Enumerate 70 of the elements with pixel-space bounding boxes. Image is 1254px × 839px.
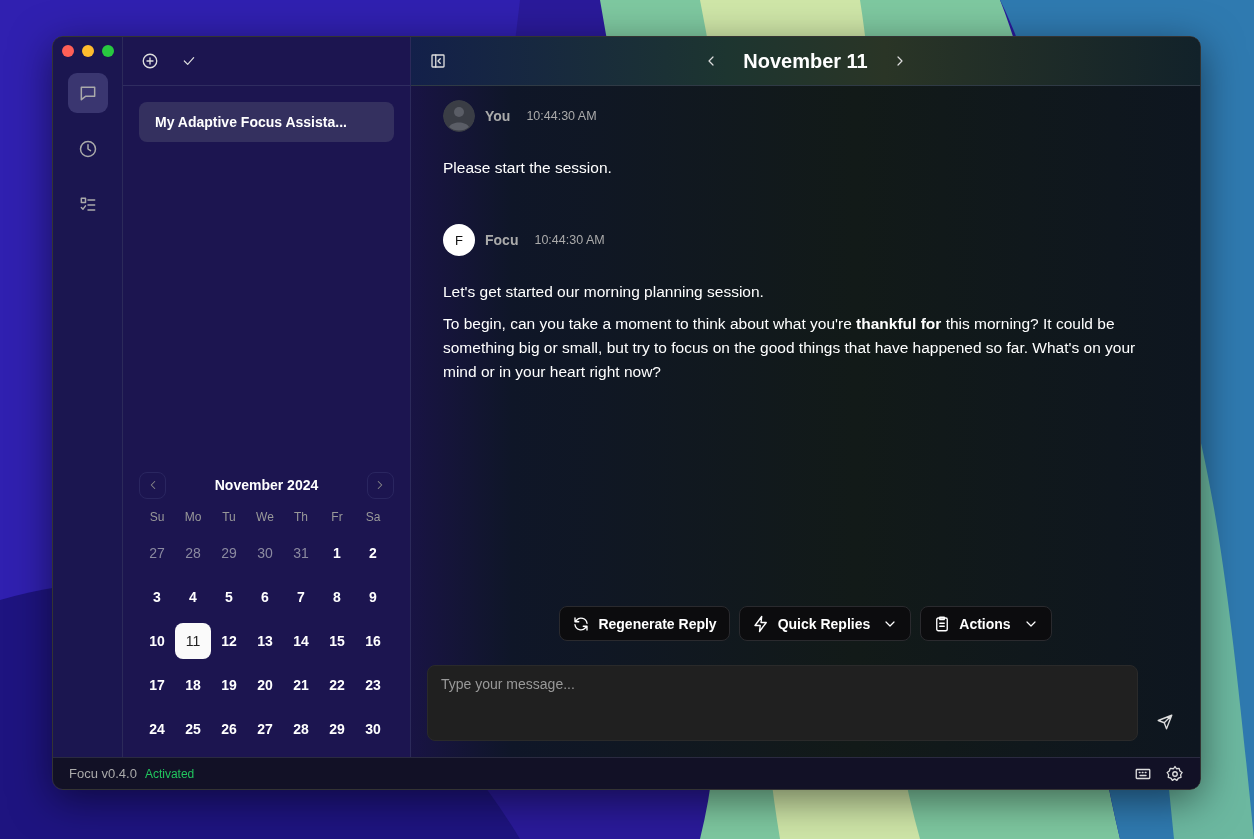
lightning-icon [751,614,770,633]
calendar-day[interactable]: 13 [247,623,283,659]
month-title: November 2024 [214,477,319,493]
calendar-day[interactable]: 26 [211,711,247,747]
weekday-label: Tu [221,509,237,526]
author-name: You [485,108,511,124]
calendar-day[interactable]: 12 [211,623,247,659]
message-time: 10:44:30 AM [526,109,597,123]
calendar-day[interactable]: 21 [283,667,319,703]
calendar-day[interactable]: 16 [355,623,391,659]
version-label: Focu v0.4.0 [69,766,137,781]
calendar-day[interactable]: 2 [355,535,391,571]
weekday-label: Th [293,509,309,526]
calendar-day[interactable]: 14 [283,623,319,659]
chat-icon[interactable] [67,73,108,113]
calendar-day[interactable]: 11 [175,623,211,659]
message-text: To begin, can you take a moment to think about what you're thankful for this morning? It could be something big or small, but try to focus on the good things that have happened so far. What's on your mind or in your heart right now? [443,314,1137,382]
activation-status: Activated [144,766,195,781]
calendar-day[interactable]: 17 [139,667,175,703]
avatar-icon [443,100,475,132]
calendar-day[interactable]: 4 [175,579,211,615]
calendar-day[interactable]: 28 [283,711,319,747]
calendar-day[interactable]: 18 [175,667,211,703]
sidebar-toggle-icon[interactable] [429,52,447,70]
minimize-icon[interactable] [82,45,94,57]
calendar-day[interactable]: 6 [247,579,283,615]
calendar-day[interactable]: 8 [319,579,355,615]
calendar-day[interactable]: 30 [355,711,391,747]
calendar-day[interactable]: 24 [139,711,175,747]
message-input[interactable]: Type your message... [427,665,1138,741]
weekday-label: We [255,509,275,526]
chat-item[interactable]: My Adaptive Focus Assista... [139,102,394,142]
calendar-day[interactable]: 3 [139,579,175,615]
calendar-day[interactable]: 22 [319,667,355,703]
refresh-icon [572,614,591,633]
message-text: Let's get started our morning planning session. [443,282,765,302]
maximize-icon[interactable] [102,45,114,57]
calendar-day[interactable]: 23 [355,667,391,703]
weekday-label: Sa [364,509,382,526]
plus-icon[interactable] [141,52,159,70]
avatar: F [443,224,475,256]
weekday-label: Mo [183,509,203,526]
calendar-day[interactable]: 5 [211,579,247,615]
message-text: Please start the session. [443,158,613,178]
action-button[interactable]: Actions [920,606,1052,641]
calendar-day[interactable]: 20 [247,667,283,703]
calendar-day[interactable]: 27 [247,711,283,747]
calendar-day[interactable]: 25 [175,711,211,747]
date-title: November 11 [743,49,868,73]
calendar-day[interactable]: 1 [319,535,355,571]
weekday-label: Fr [330,509,344,526]
calendar-day[interactable]: 9 [355,579,391,615]
weekday-label: Su [148,509,166,526]
calendar-day[interactable]: 7 [283,579,319,615]
calendar-day[interactable]: 19 [211,667,247,703]
calendar-day[interactable]: 27 [139,535,175,571]
calendar-day[interactable]: 31 [283,535,319,571]
calendar-day[interactable]: 29 [319,711,355,747]
action-button[interactable]: Regenerate Reply [559,606,730,641]
author-name: Focu [485,232,519,248]
calendar-day[interactable]: 10 [139,623,175,659]
calendar-day[interactable]: 28 [175,535,211,571]
close-icon[interactable] [62,45,74,57]
message-time: 10:44:30 AM [534,233,605,247]
action-button[interactable]: Quick Replies [738,606,912,641]
send-icon[interactable] [1156,713,1174,731]
calendar-day[interactable]: 15 [319,623,355,659]
calendar-day[interactable]: 29 [211,535,247,571]
settings-icon[interactable] [1166,764,1184,783]
calendar-day[interactable]: 30 [247,535,283,571]
